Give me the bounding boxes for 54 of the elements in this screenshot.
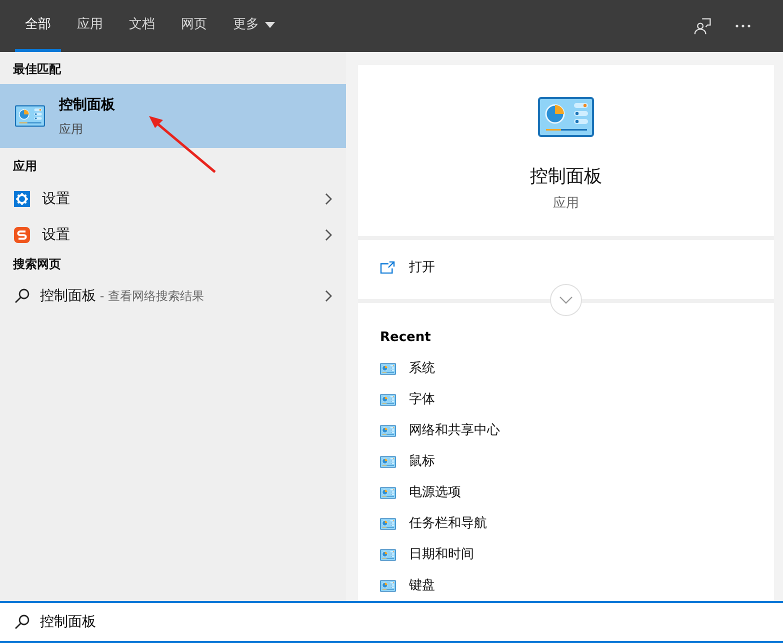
recent-heading: Recent: [379, 328, 432, 346]
recent-item[interactable]: 电源选项: [358, 477, 774, 508]
recent-item[interactable]: 日期和时间: [358, 539, 774, 570]
filter-tab[interactable]: 文档: [119, 0, 165, 52]
recent-item[interactable]: 键盘: [358, 570, 774, 601]
section-heading: 应用: [12, 158, 38, 175]
section-heading: 搜索网页: [12, 256, 62, 273]
search-box[interactable]: 控制面板: [0, 601, 783, 643]
control-panel-icon: [380, 456, 396, 468]
person-speech-icon: [694, 17, 712, 35]
annotation-arrow: [147, 114, 217, 174]
control-panel-icon: [380, 580, 396, 592]
control-panel-icon: [380, 548, 396, 560]
recent-item[interactable]: 系统: [358, 353, 774, 384]
control-panel-icon: [380, 486, 396, 498]
item-subtitle: 应用: [59, 120, 84, 138]
filter-tab[interactable]: 网页: [171, 0, 217, 52]
control-panel-icon: [15, 105, 45, 127]
chevron-right-icon: [325, 193, 332, 205]
control-panel-icon: [538, 97, 594, 137]
gear-icon: [14, 191, 30, 207]
item-label: 设置: [42, 226, 71, 244]
recent-item[interactable]: 网络和共享中心: [358, 415, 774, 446]
item-label: 设置: [42, 190, 71, 208]
recent-item[interactable]: 任务栏和导航: [358, 508, 774, 539]
ellipsis-icon: [735, 24, 751, 28]
detail-title: 控制面板: [530, 165, 602, 189]
app-result-item[interactable]: 设置: [0, 217, 346, 253]
control-panel-icon: [380, 362, 396, 374]
chevron-right-icon: [325, 229, 332, 241]
control-panel-icon: [380, 394, 396, 406]
detail-subtitle: 应用: [553, 195, 579, 213]
item-title: 控制面板: [59, 96, 115, 114]
open-external-icon: [380, 260, 395, 274]
search-icon: [14, 614, 30, 630]
filter-tab[interactable]: 应用: [67, 0, 113, 52]
web-result-text: 控制面板 - 查看网络搜索结果: [40, 286, 205, 306]
chevron-right-icon: [325, 290, 332, 302]
section-heading: 最佳匹配: [12, 61, 62, 78]
caret-icon: [265, 22, 275, 28]
control-panel-icon: [380, 518, 396, 530]
control-panel-icon: [380, 424, 396, 436]
recent-item[interactable]: 鼠标: [358, 446, 774, 477]
app-result-item[interactable]: 设置: [0, 181, 346, 217]
search-icon: [14, 288, 30, 304]
web-result-item[interactable]: 控制面板 - 查看网络搜索结果: [0, 279, 346, 313]
open-action[interactable]: 打开: [358, 240, 774, 295]
search-field[interactable]: 控制面板: [40, 612, 769, 632]
app-logo-icon: [14, 227, 30, 243]
recent-item[interactable]: 字体: [358, 384, 774, 415]
filter-tab[interactable]: 更多: [223, 0, 285, 52]
expand-button[interactable]: [550, 284, 582, 316]
best-match-item[interactable]: 控制面板 应用: [0, 84, 346, 148]
chevron-down-icon: [559, 296, 573, 304]
